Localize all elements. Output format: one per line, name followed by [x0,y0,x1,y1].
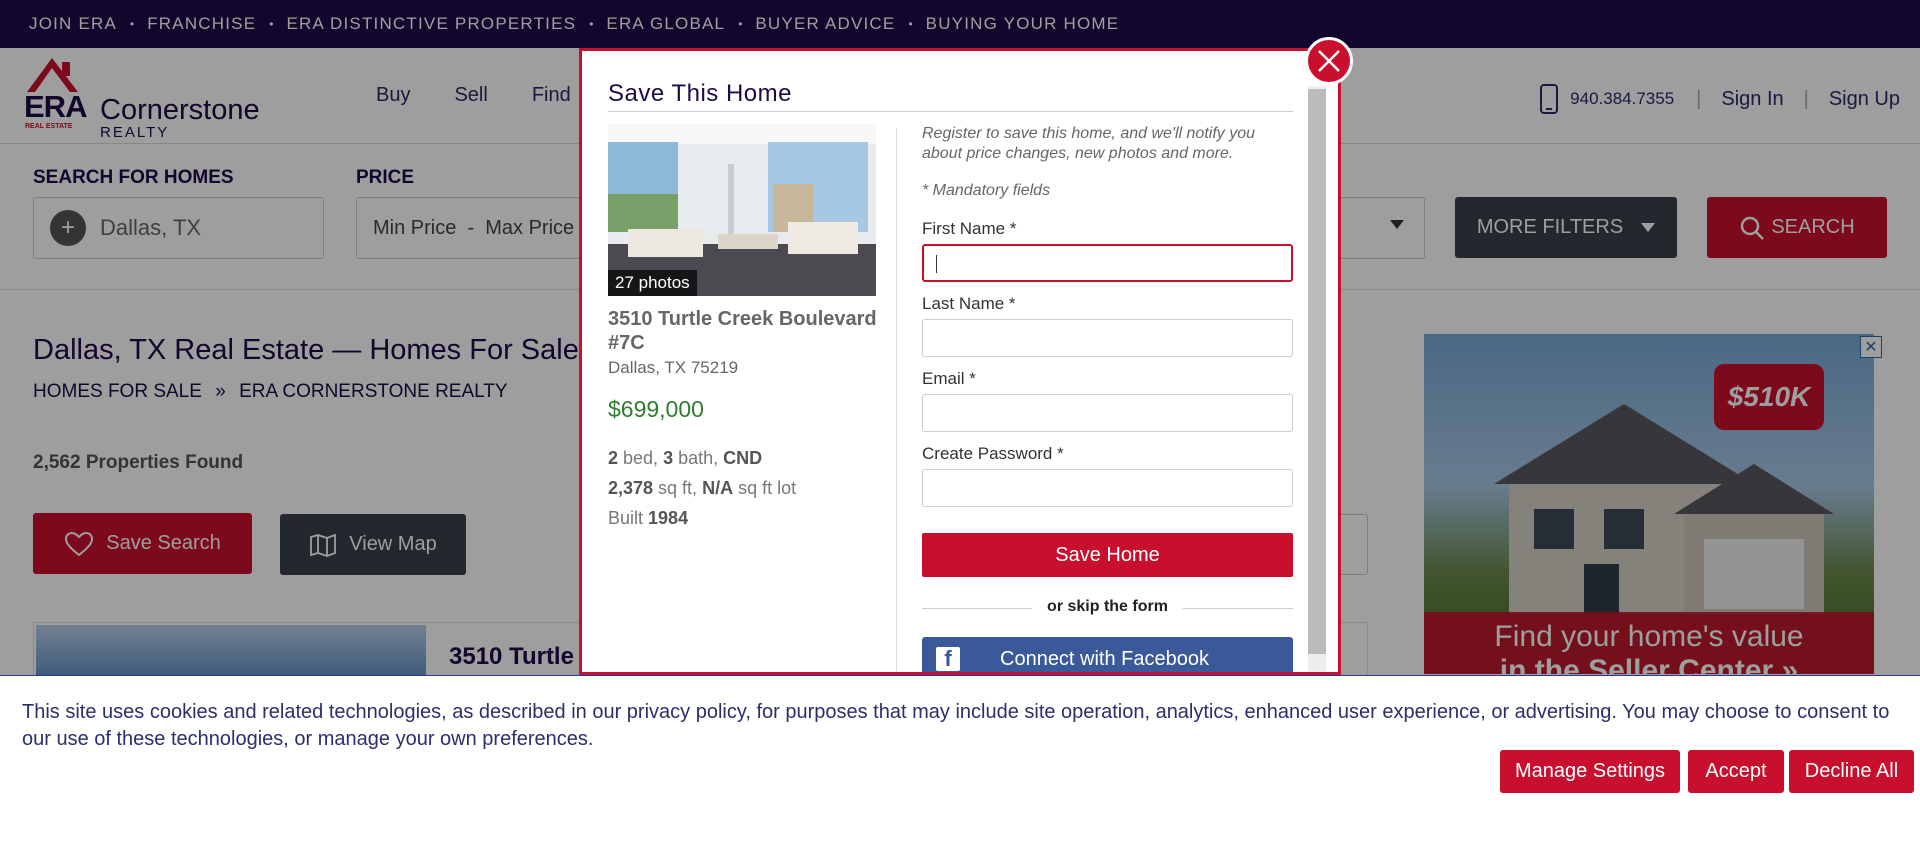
built-year: 1984 [648,508,689,528]
save-home-button[interactable]: Save Home [922,533,1293,577]
beds-value: 2 [608,448,619,468]
sqft-value: 2,378 [608,478,654,498]
listing-built: Built 1984 [608,508,688,529]
facebook-label: Connect with Facebook [1000,647,1210,670]
password-label: Create Password * [922,444,1064,463]
beds-label: bed, [618,448,664,468]
modal-close-button[interactable] [1305,37,1353,85]
first-name-label: First Name * [922,219,1017,238]
mandatory-note: * Mandatory fields [922,182,1051,199]
cookie-text: This site uses cookies and related techn… [22,701,1890,750]
lot-value: N/A [702,478,734,498]
baths-value: 3 [663,448,674,468]
accept-button[interactable]: Accept [1688,750,1784,793]
photo-count-badge[interactable]: 27 photos [608,270,697,296]
lot-label: sq ft lot [733,478,797,498]
listing-price: $699,000 [608,396,704,422]
modal-title: Save This Home [608,80,792,107]
modal-intro-text: Register to save this home, and we'll no… [922,125,1255,162]
sqft-label: sq ft, [653,478,703,498]
email-label: Email * [922,369,976,388]
listing-address: 3510 Turtle Creek Boulevard #7C [608,308,877,354]
password-field[interactable] [922,469,1293,507]
skip-form-text: or skip the form [1047,598,1168,615]
listing-sqft: 2,378 sq ft, N/A sq ft lot [608,478,796,499]
connect-facebook-button[interactable]: f Connect with Facebook [922,637,1293,672]
manage-settings-button[interactable]: Manage Settings [1500,750,1680,793]
listing-beds-baths: 2 bed, 3 bath, CND [608,448,762,469]
first-name-field[interactable] [922,244,1293,282]
text-caret [936,255,937,273]
email-field[interactable] [922,394,1293,432]
listing-city: Dallas, TX 75219 [608,358,739,377]
property-type: CND [723,448,763,468]
last-name-label: Last Name * [922,294,1016,313]
modal-divider [608,111,1293,112]
modal-scrollbar-thumb[interactable] [1308,89,1326,654]
save-home-modal: Save This Home 27 photos 3510 Turtle Cre… [579,48,1341,675]
built-label: Built [608,508,649,528]
baths-label: bath, [673,448,724,468]
decline-all-button[interactable]: Decline All [1789,750,1914,793]
facebook-icon: f [936,646,960,671]
modal-column-divider [896,128,897,672]
last-name-field[interactable] [922,319,1293,357]
close-icon [1318,50,1340,72]
